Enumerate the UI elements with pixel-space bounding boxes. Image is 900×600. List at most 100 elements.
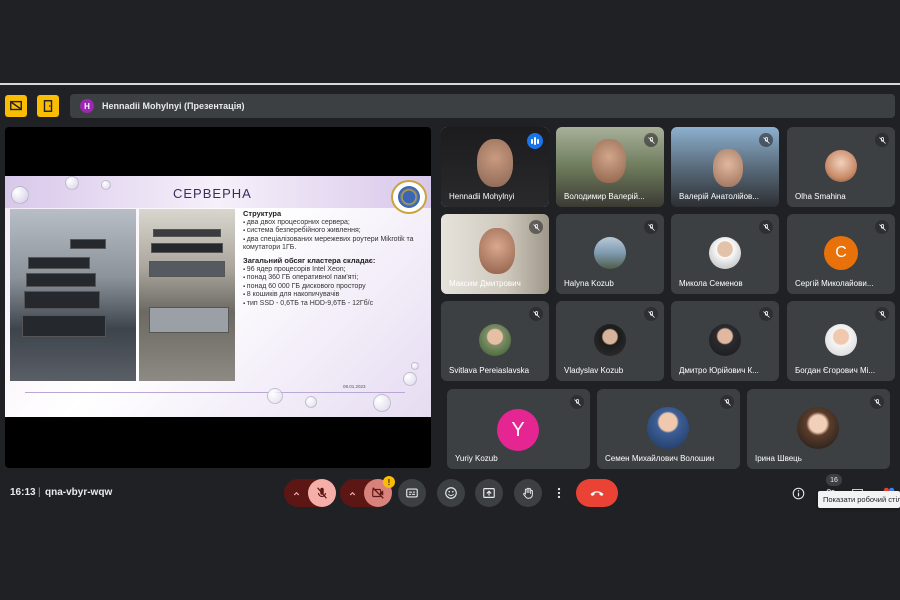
emoji-icon[interactable] [437,479,465,507]
participant-tile[interactable]: Максим Дмитрович [441,214,549,294]
camera-warning-badge: ! [383,476,395,488]
avatar [825,324,857,356]
participant-tile[interactable]: Богдан Єгорович Мі... [787,301,895,381]
presenter-label: Hennadii Mohylnyi (Презентація) [102,101,245,111]
avatar: С [824,236,858,270]
participant-name: Богдан Єгорович Мі... [795,366,876,375]
slide-bullet: 8 кошиків для накопичувачів [243,291,428,300]
slide-bullet: тип SSD - 0,6ТБ та HDD-9,6ТБ - 12Гб/с [243,300,428,309]
participant-name: Максим Дмитрович [449,279,521,288]
raise-hand-icon[interactable] [514,479,542,507]
participant-tile[interactable]: Ірина Швець [747,389,890,469]
slide-date: 08.01.2023 [343,384,366,389]
footer-separator: | [38,487,41,498]
more-icon[interactable] [550,479,568,507]
slide-title: СЕРВЕРНА [173,186,252,201]
participant-tile[interactable]: Микола Семенов [671,214,779,294]
participant-tile[interactable]: Валерій Анатолійов... [671,127,779,207]
slide-bullet: 96 ядер процесорів Intel Xeon; [243,266,428,275]
presentation-slide: СЕРВЕРНА Структура два двох процесорних … [5,176,431,417]
mic-control-group [284,479,336,507]
participant-name: Володимир Валерій... [564,192,645,201]
participant-name: Yuriy Kozub [455,454,498,463]
participant-tile[interactable]: Дмитро Юрійович К... [671,301,779,381]
avatar [709,324,741,356]
participant-tile[interactable]: Olha Smahina [787,127,895,207]
present-icon[interactable] [475,479,503,507]
participant-tile[interactable]: Halyna Kozub [556,214,664,294]
avatar [825,150,857,182]
participant-name: Валерій Анатолійов... [679,192,759,201]
participant-tile[interactable]: С Сергій Миколайови... [787,214,895,294]
participant-name: Семен Михайлович Волошин [605,454,715,463]
meeting-clock: 16:13 [10,487,36,498]
mic-off-icon [720,395,734,409]
slide-bullet: понад 360 ГБ оперативної пам'яті; [243,274,428,283]
participant-name: Микола Семенов [679,279,743,288]
presentation-stage[interactable]: СЕРВЕРНА Структура два двох процесорних … [5,127,431,468]
decor-bubble [101,180,111,190]
participant-name: Halyna Kozub [564,279,614,288]
mic-off-icon [875,220,889,234]
decor-bubble [403,372,417,386]
participant-tile[interactable]: Svitlava Pereiaslavska [441,301,549,381]
show-desktop-tooltip: Показати робочий стіл [818,491,900,508]
mic-off-icon [759,133,773,147]
mic-off-icon [529,307,543,321]
avatar [647,407,689,449]
slide-bullet: система безперебійного живлення; [243,227,428,236]
presenter-avatar: H [80,99,94,113]
slide-body-text: Структура два двох процесорних сервера; … [243,209,428,309]
slide-bullet: два спеціалізованих мережевих роутери Mi… [243,236,428,253]
mic-off-icon[interactable] [308,479,336,507]
participant-tile[interactable]: Володимир Валерій... [556,127,664,207]
top-letterbox [0,0,900,83]
info-icon[interactable] [791,486,805,500]
chevron-up-icon[interactable] [340,479,364,507]
participant-tile[interactable]: Семен Михайлович Волошин [597,389,740,469]
top-divider [0,83,900,85]
slide-section-heading: Структура [243,209,282,218]
avatar [594,324,626,356]
meeting-code: qna-vbyr-wqw [45,487,113,498]
avatar [797,407,839,449]
mic-off-icon [529,220,543,234]
participant-tile[interactable]: Hennadii Mohylnyi [441,127,549,207]
mic-off-icon [759,307,773,321]
participant-name: Svitlava Pereiaslavska [449,366,530,375]
server-photo-left [10,209,136,381]
mic-off-icon [870,395,884,409]
mic-off-icon [570,395,584,409]
avatar [709,237,741,269]
slide-section-heading: Загальний обсяг кластера складає: [243,255,376,265]
decor-bubble [65,176,79,190]
chevron-up-icon[interactable] [284,479,308,507]
bottom-letterbox [0,518,900,600]
server-photo-right [139,209,235,381]
decor-bubble [11,186,29,204]
participant-tile[interactable]: Y Yuriy Kozub [447,389,590,469]
mic-off-icon [875,133,889,147]
presentation-icon[interactable] [5,95,27,117]
mic-off-icon [875,307,889,321]
hangup-icon[interactable] [576,479,618,507]
decor-bubble [373,394,391,412]
decor-bubble [305,396,317,408]
participant-name: Hennadii Mohylnyi [449,192,515,201]
participant-name: Дмитро Юрійович К... [679,366,759,375]
decor-bubble [267,388,283,404]
speaking-indicator-icon [527,133,543,149]
mic-off-icon [644,307,658,321]
participant-name: Vladyslav Kozub [564,366,624,375]
avatar [594,237,626,269]
university-logo [391,180,427,214]
mic-off-icon [759,220,773,234]
decor-bubble [411,362,419,370]
slide-divider [25,392,405,393]
captions-icon[interactable] [398,479,426,507]
participant-name: Ірина Швець [755,454,802,463]
presenter-bar: H Hennadii Mohylnyi (Презентація) [70,94,895,118]
door-icon[interactable] [37,95,59,117]
slide-bullet: два двох процесорних сервера; [243,219,428,228]
participant-tile[interactable]: Vladyslav Kozub [556,301,664,381]
